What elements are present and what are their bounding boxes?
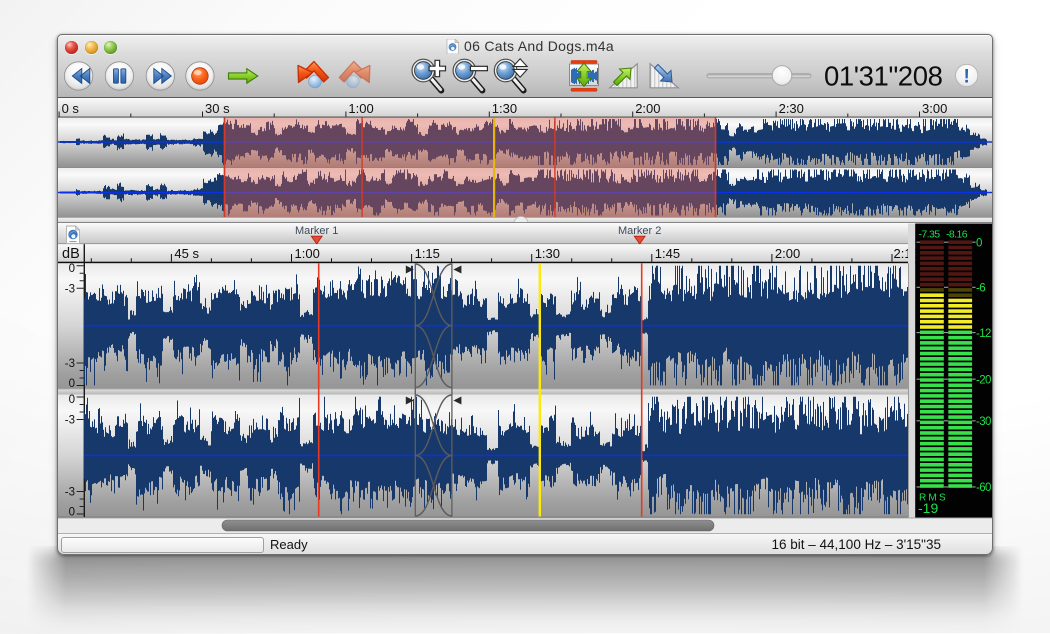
svg-text:-30: -30 (976, 416, 991, 428)
svg-text:01'31"208: 01'31"208 (824, 61, 943, 92)
svg-text:1:15: 1:15 (415, 246, 440, 261)
svg-text:1:30: 1:30 (535, 246, 560, 261)
svg-text:1:00: 1:00 (295, 246, 320, 261)
svg-text:Marker 1: Marker 1 (295, 225, 338, 237)
svg-text:!: ! (964, 67, 970, 88)
svg-text:0: 0 (69, 263, 75, 275)
svg-text:0 s: 0 s (62, 101, 80, 116)
svg-text:2:00: 2:00 (775, 246, 800, 261)
svg-text:1:30: 1:30 (492, 101, 517, 116)
svg-text:1:45: 1:45 (655, 246, 680, 261)
svg-text:-60: -60 (976, 482, 991, 494)
svg-text:Marker 2: Marker 2 (618, 225, 661, 237)
svg-text:0: 0 (69, 394, 75, 406)
svg-text:0: 0 (69, 378, 75, 390)
svg-text:-6: -6 (976, 283, 985, 295)
svg-text:30 s: 30 s (205, 101, 230, 116)
svg-text:-3: -3 (65, 487, 75, 499)
svg-text:-3: -3 (65, 415, 75, 427)
svg-text:-19: -19 (918, 500, 938, 516)
svg-text:3:00: 3:00 (922, 101, 947, 116)
svg-text:-20: -20 (976, 375, 991, 387)
svg-text:0: 0 (976, 238, 982, 250)
svg-text:0: 0 (69, 507, 75, 519)
svg-text:45 s: 45 s (174, 246, 199, 261)
svg-text:2:30: 2:30 (779, 101, 804, 116)
svg-text:-8.16: -8.16 (946, 229, 968, 241)
svg-text:1:00: 1:00 (348, 101, 373, 116)
svg-text:dB: dB (62, 246, 80, 262)
svg-text:-12: -12 (976, 328, 991, 340)
svg-text:2:00: 2:00 (635, 101, 660, 116)
svg-text:-3: -3 (65, 358, 75, 370)
svg-text:-3: -3 (65, 283, 75, 295)
svg-text:-7.35: -7.35 (919, 229, 941, 241)
